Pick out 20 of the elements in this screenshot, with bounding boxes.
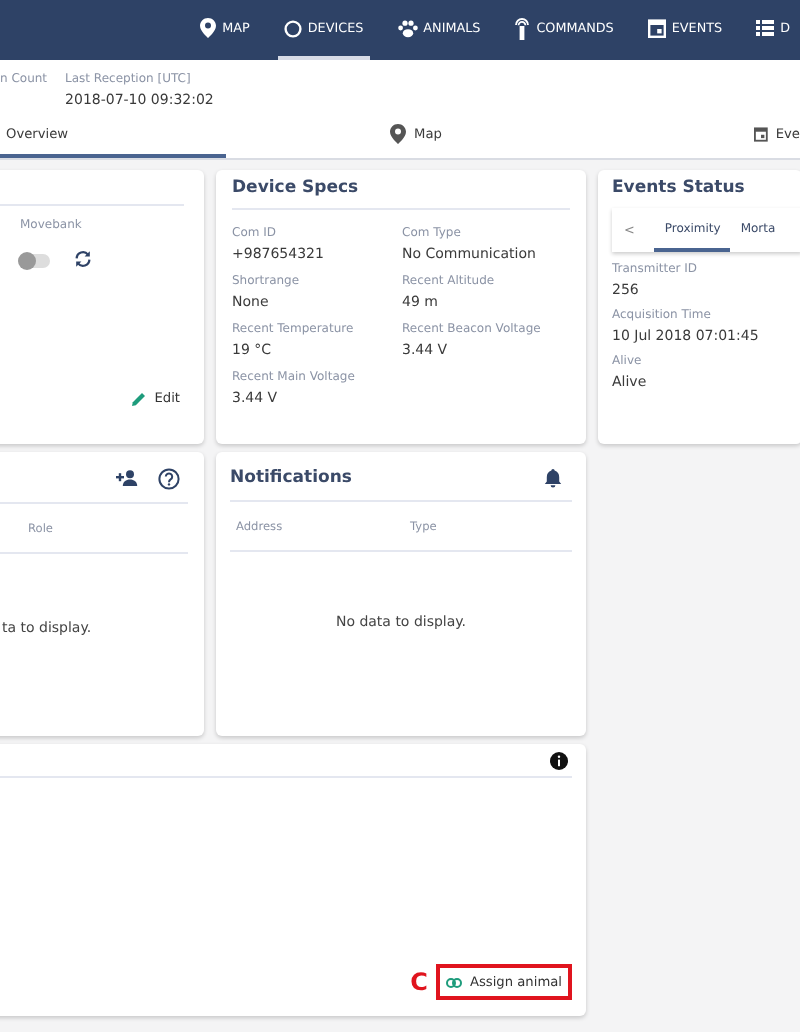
card-title: Notifications bbox=[230, 468, 352, 488]
calendar-icon bbox=[754, 124, 768, 144]
paw-icon bbox=[397, 19, 418, 37]
calendar-icon bbox=[647, 18, 666, 38]
help-icon[interactable] bbox=[158, 467, 180, 489]
info-icon[interactable] bbox=[550, 752, 568, 770]
antenna-icon bbox=[514, 17, 531, 39]
link-icon bbox=[445, 977, 462, 987]
card-title: Device Specs bbox=[232, 178, 361, 198]
card-title: Events Status bbox=[612, 178, 747, 198]
annotation-label: C bbox=[410, 970, 428, 994]
map-pin-icon bbox=[200, 18, 217, 38]
refresh-icon[interactable] bbox=[74, 250, 92, 268]
bell-icon[interactable] bbox=[544, 468, 562, 488]
toggle-switch[interactable] bbox=[20, 254, 50, 268]
pencil-icon bbox=[132, 391, 147, 405]
list-icon bbox=[756, 20, 775, 36]
circle-icon bbox=[283, 19, 302, 37]
add-user-icon[interactable] bbox=[116, 470, 138, 486]
map-pin-icon bbox=[390, 124, 406, 144]
